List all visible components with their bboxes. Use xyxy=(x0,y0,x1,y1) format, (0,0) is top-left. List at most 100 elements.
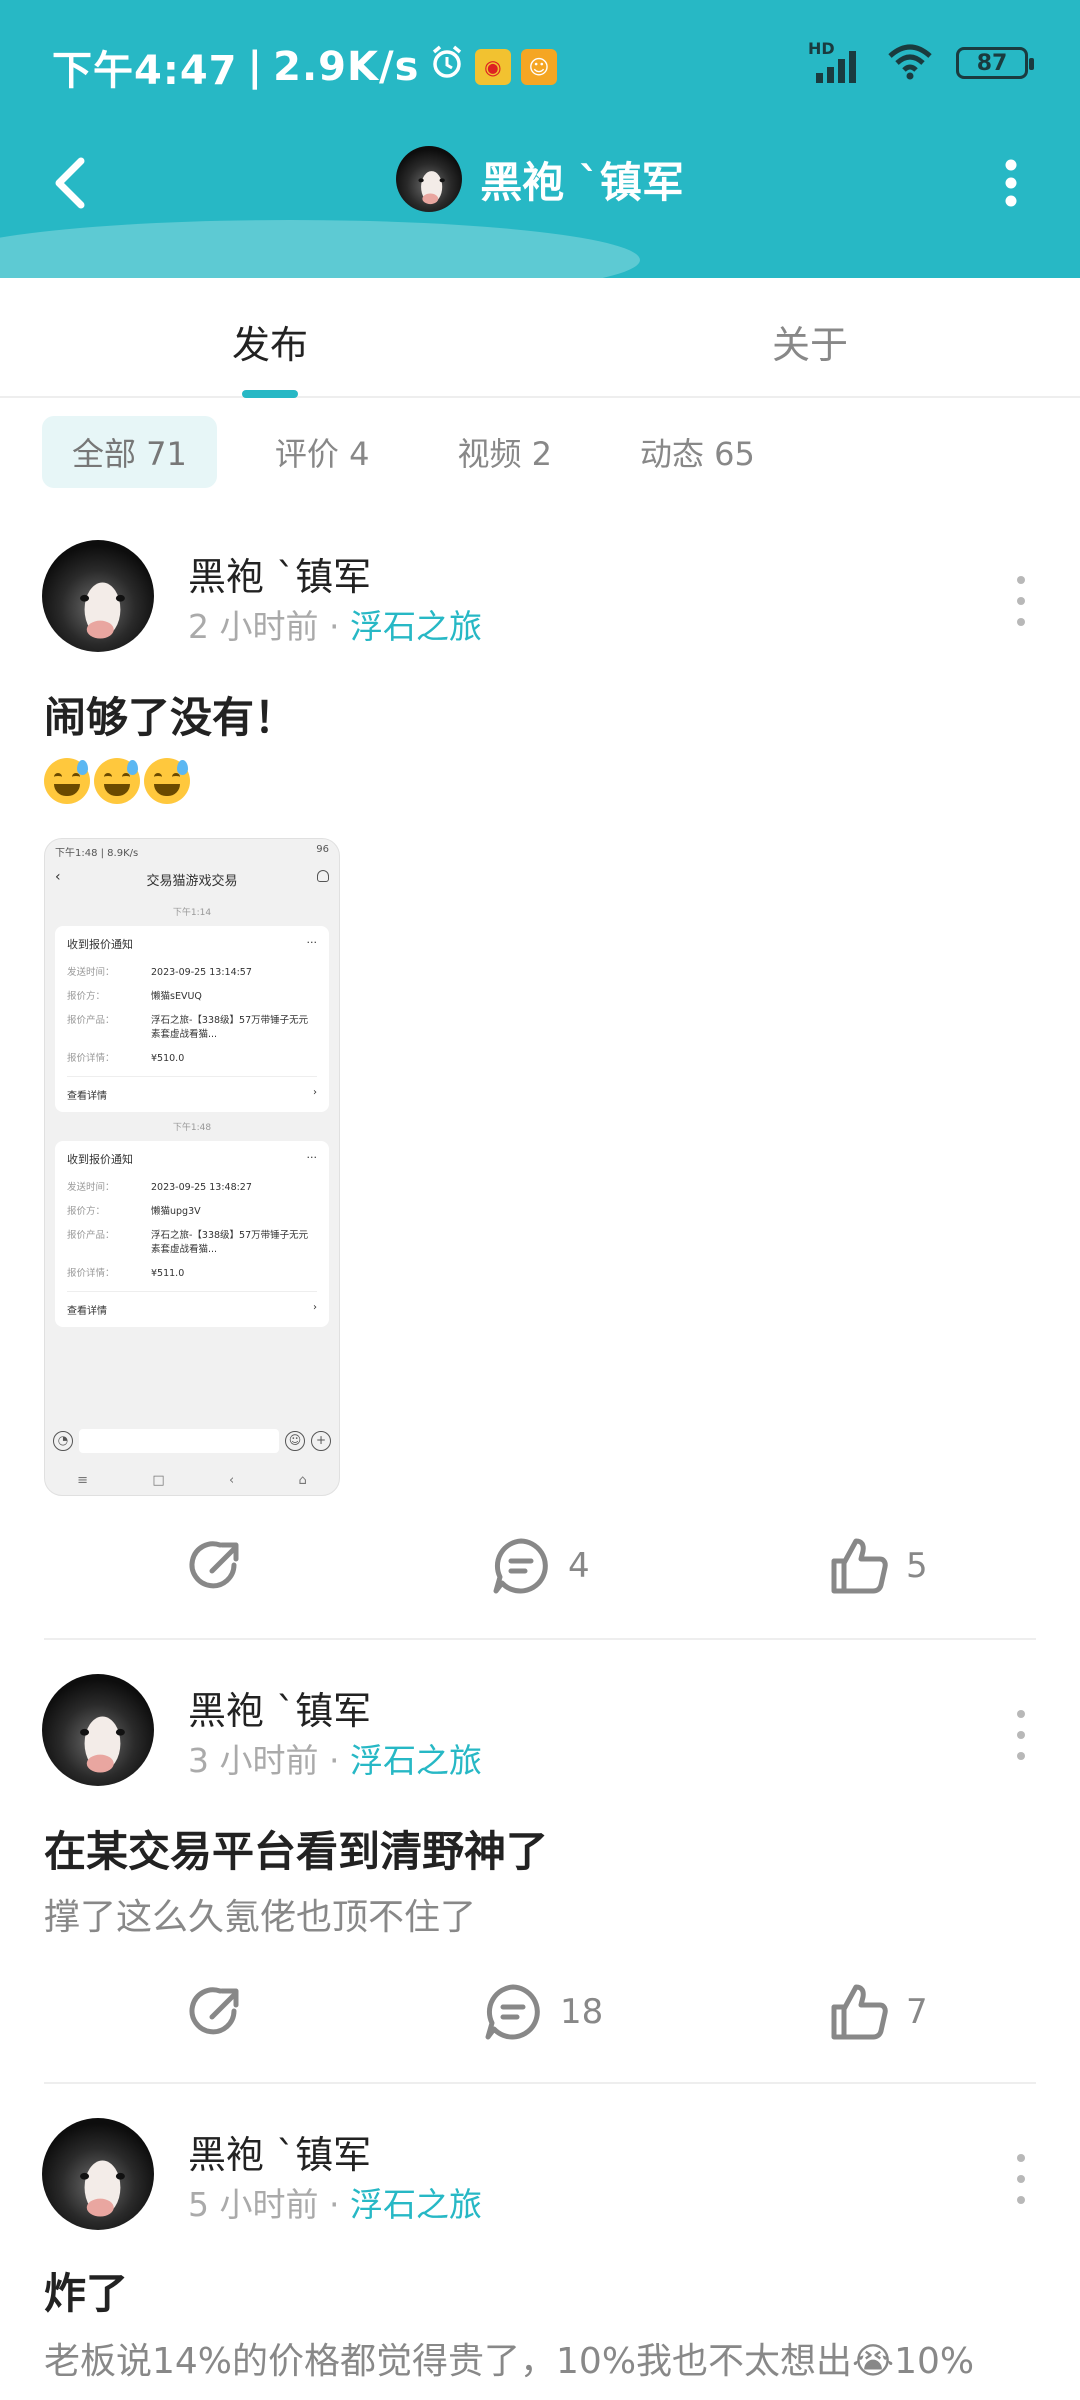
tab-about[interactable]: 关于 xyxy=(772,314,848,369)
thumb-battery: 96 xyxy=(316,844,329,855)
meta-separator: · xyxy=(329,607,340,646)
post-more-button[interactable] xyxy=(1006,2154,1036,2204)
author-name[interactable]: 黑袍 `镇军 xyxy=(188,1680,371,1735)
post-meta: 3 小时前 · 浮石之旅 xyxy=(188,1734,482,1782)
like-button[interactable]: 7 xyxy=(828,1972,928,2052)
sweat-smile-emoji-icon xyxy=(94,758,140,804)
author-name[interactable]: 黑袍 `镇军 xyxy=(188,2124,371,2179)
comment-button[interactable]: 18 xyxy=(482,1972,603,2052)
avatar[interactable] xyxy=(42,540,154,652)
comment-count: 18 xyxy=(560,1992,604,2032)
thumb-row-value: 2023-09-25 13:48:27 xyxy=(151,1182,252,1193)
game-tag[interactable]: 浮石之旅 xyxy=(350,1741,482,1780)
thumb-row-value: 浮石之旅-【338级】57万带锤子无元素套虚战看猫... xyxy=(151,1015,309,1040)
thumb-assist-icon: ⌂ xyxy=(298,1472,307,1488)
more-options-button[interactable] xyxy=(976,148,1046,218)
meta-separator: · xyxy=(329,2185,340,2224)
thumb-voice-icon: ◔ xyxy=(53,1431,73,1451)
status-right: HD 87 xyxy=(808,39,1034,84)
post-title: 闹够了没有！ xyxy=(44,693,297,742)
share-icon xyxy=(189,1987,239,2035)
thumb-row: 报价详情： ¥511.0 xyxy=(67,1267,317,1281)
comment-button[interactable]: 4 xyxy=(490,1526,590,1606)
post-title: 在某交易平台看到清野神了 xyxy=(44,1827,549,1876)
post-card: 黑袍 `镇军 2 小时前 · 浮石之旅 闹够了没有！ 下午1:48 | 8.9K… xyxy=(0,540,1080,1620)
chevron-right-icon: › xyxy=(313,1302,317,1313)
thumb-input-box xyxy=(79,1429,279,1453)
filter-moments[interactable]: 动态 65 xyxy=(610,416,785,488)
thumb-row-key: 发送时间： xyxy=(67,967,115,978)
battery-indicator: 87 xyxy=(956,47,1034,79)
post-image[interactable]: 下午1:48 | 8.9K/s 96 ‹ 交易猫游戏交易 下午1:14 收到报价… xyxy=(44,838,340,1496)
thumb-row-value: 浮石之旅-【338级】57万带锤子无元素套虚战看猫... xyxy=(151,1230,309,1255)
thumb-row: 报价详情： ¥510.0 xyxy=(67,1052,317,1066)
tab-publish[interactable]: 发布 xyxy=(232,314,308,369)
thumb-row: 发送时间： 2023-09-25 13:14:57 xyxy=(67,966,317,980)
status-speed: 2.9K/s xyxy=(273,44,420,90)
thumb-row-key: 报价产品： xyxy=(67,1230,115,1241)
post-meta: 2 小时前 · 浮石之旅 xyxy=(188,600,482,648)
share-button[interactable] xyxy=(186,1526,248,1606)
filter-all[interactable]: 全部 71 xyxy=(42,416,217,488)
signal-icon: HD xyxy=(808,39,864,83)
thumb-row-value: 懒猫sEVUQ xyxy=(151,991,202,1002)
post-meta: 5 小时前 · 浮石之旅 xyxy=(188,2178,482,2226)
avatar[interactable] xyxy=(42,2118,154,2230)
thumb-row-key: 报价详情： xyxy=(67,1268,115,1279)
active-tab-indicator xyxy=(242,390,298,398)
sweat-smile-emoji-icon xyxy=(44,758,90,804)
title-group: 黑袍 `镇军 xyxy=(0,146,1080,212)
author-name[interactable]: 黑袍 `镇军 xyxy=(188,546,371,601)
thumb-title: 交易猫游戏交易 xyxy=(146,873,238,889)
filter-videos[interactable]: 视频 2 xyxy=(427,416,582,488)
thumb-status-bar: 下午1:48 | 8.9K/s 96 xyxy=(45,839,339,861)
avatar[interactable] xyxy=(42,1674,154,1786)
wifi-icon xyxy=(886,42,934,84)
thumb-msg-time: 下午1:48 xyxy=(172,1123,212,1133)
game-tag[interactable]: 浮石之旅 xyxy=(350,607,482,646)
thumb-emoji-icon: ☺ xyxy=(285,1431,305,1451)
status-bar: 下午4:47 | 2.9K/s ◉ ☺ HD 87 xyxy=(0,0,1080,128)
thumb-row: 报价产品： 浮石之旅-【338级】57万带锤子无元素套虚战看猫... xyxy=(67,1229,317,1257)
comment-icon xyxy=(485,1984,540,2040)
thumb-card-more-icon: ··· xyxy=(306,936,318,949)
comment-count: 4 xyxy=(568,1546,590,1586)
thumb-card-more-icon: ··· xyxy=(306,1151,318,1164)
thumb-detail-link: 查看详情 › xyxy=(67,1076,317,1102)
profile-header: 下午4:47 | 2.9K/s ◉ ☺ HD 87 黑袍 `镇军 xyxy=(0,0,1080,278)
thumb-user-icon xyxy=(317,870,329,882)
post-card: 黑袍 `镇军 5 小时前 · 浮石之旅 炸了 老板说14%的价格都觉得贵了，10… xyxy=(0,2118,1080,2400)
app-notification-icon: ☺ xyxy=(521,49,558,85)
post-time: 3 小时前 xyxy=(188,1741,319,1780)
like-button[interactable]: 5 xyxy=(828,1526,928,1606)
thumb-back-nav-icon: ‹ xyxy=(229,1472,235,1488)
post-divider xyxy=(44,1638,1036,1640)
like-count: 7 xyxy=(906,1992,928,2032)
thumb-row-value: 懒猫upg3V xyxy=(151,1206,201,1217)
thumbs-up-icon xyxy=(831,1984,888,2040)
post-more-button[interactable] xyxy=(1006,576,1036,626)
header-avatar[interactable] xyxy=(396,146,462,212)
thumb-msg-time: 下午1:14 xyxy=(172,908,212,918)
thumb-row: 报价方： 懒猫upg3V xyxy=(67,1205,317,1219)
thumb-system-nav: ≡ □ ‹ ⌂ xyxy=(45,1463,339,1495)
post-time: 2 小时前 xyxy=(188,607,319,646)
filter-reviews[interactable]: 评价 4 xyxy=(245,416,400,488)
emoji-row xyxy=(44,758,190,804)
meta-separator: · xyxy=(329,1741,340,1780)
post-card: 黑袍 `镇军 3 小时前 · 浮石之旅 在某交易平台看到清野神了 撑了这么久氪佬… xyxy=(0,1674,1080,2040)
thumb-home-icon: □ xyxy=(152,1472,165,1488)
thumb-card-title: 收到报价通知 xyxy=(67,1153,133,1166)
status-left: 下午4:47 | 2.9K/s ◉ ☺ xyxy=(52,38,558,96)
post-body: 老板说14%的价格都觉得贵了，10%我也不太想出😭10% xyxy=(44,2341,975,2382)
comment-icon xyxy=(493,1538,548,1594)
like-count: 5 xyxy=(906,1546,928,1586)
status-time: 下午4:47 xyxy=(52,48,238,94)
post-title: 炸了 xyxy=(44,2269,129,2318)
thumb-nav: ‹ 交易猫游戏交易 xyxy=(45,861,339,897)
game-tag[interactable]: 浮石之旅 xyxy=(350,2185,482,2224)
thumb-status-time: 下午1:48 | 8.9K/s xyxy=(55,848,139,859)
post-more-button[interactable] xyxy=(1006,1710,1036,1760)
main-tabs: 发布 关于 xyxy=(0,278,1080,398)
share-button[interactable] xyxy=(186,1972,248,2052)
